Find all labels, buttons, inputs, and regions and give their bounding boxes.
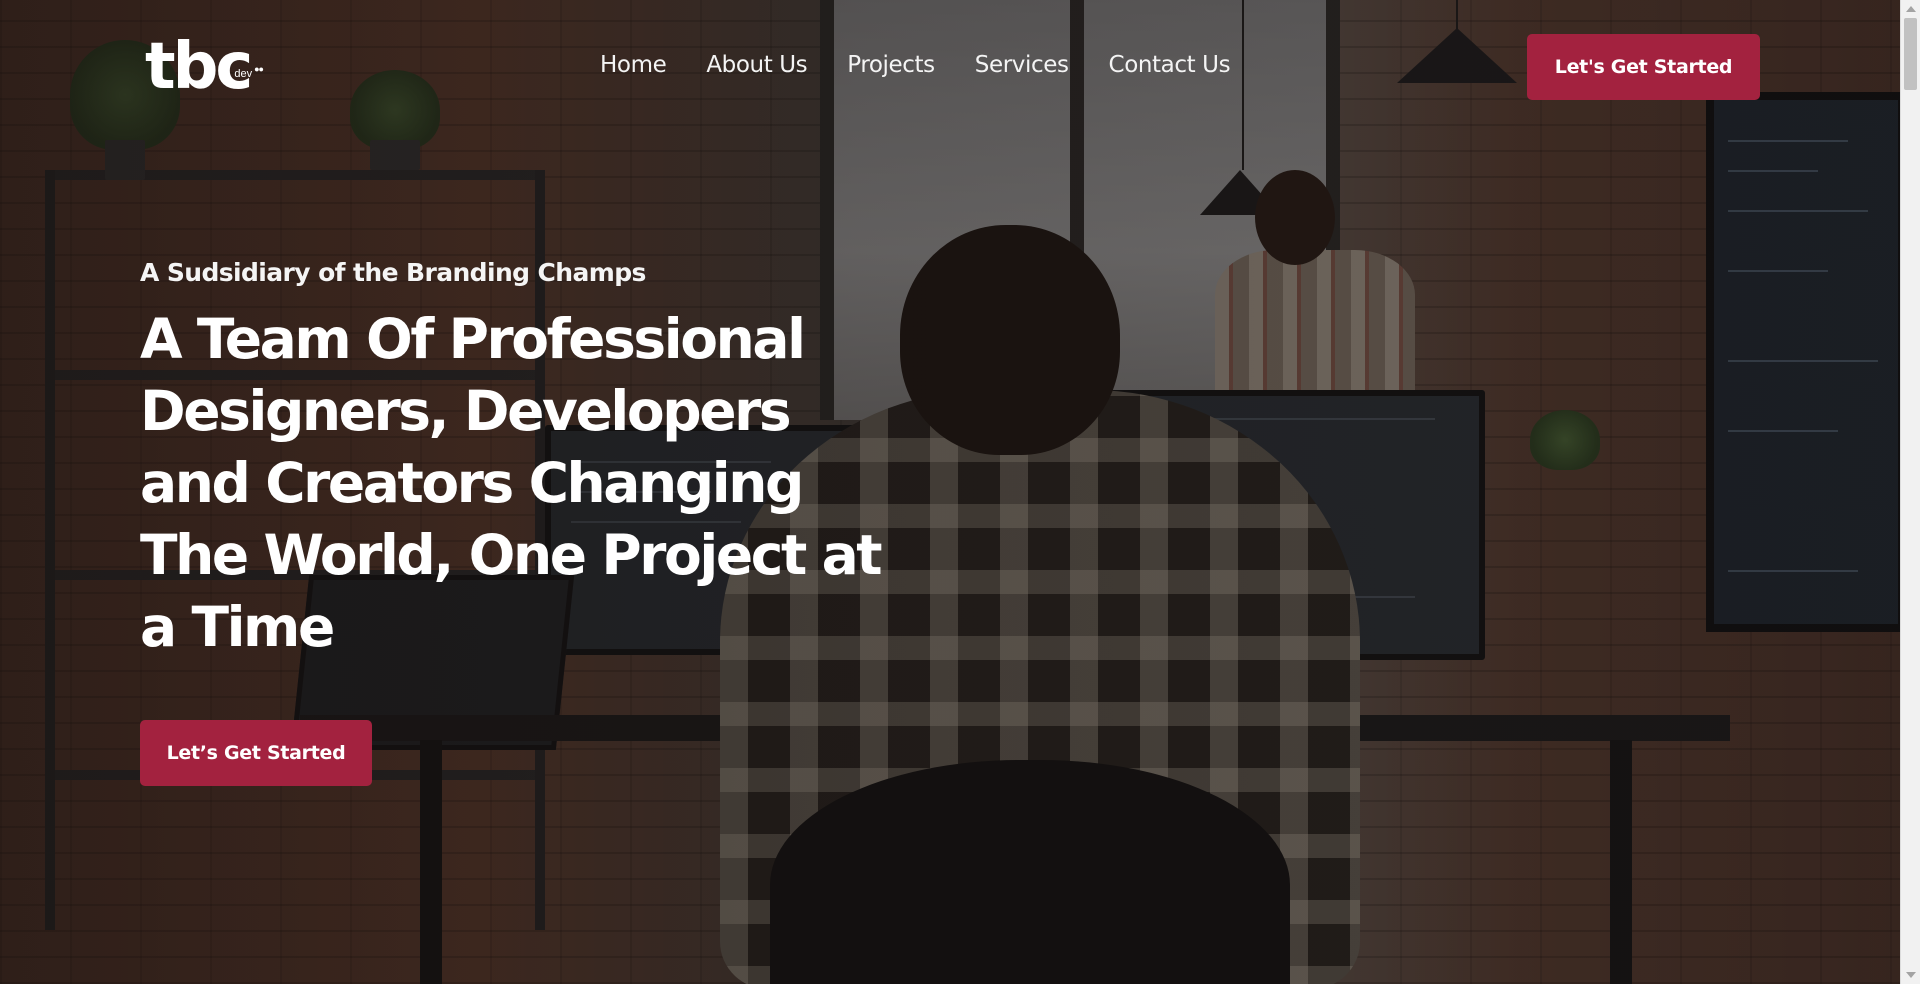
logo-dots-icon: ●● bbox=[254, 64, 264, 74]
logo-text: tbc bbox=[145, 30, 253, 104]
scrollbar-thumb[interactable] bbox=[1904, 18, 1917, 90]
scroll-down-arrow-icon[interactable] bbox=[1906, 972, 1916, 978]
nav-link-about-us[interactable]: About Us bbox=[706, 52, 807, 78]
logo-subtext: dev bbox=[234, 68, 253, 80]
scroll-up-arrow-icon[interactable] bbox=[1906, 6, 1916, 12]
hero-headline: A Team Of Professional Designers, Develo… bbox=[140, 307, 883, 659]
site-logo[interactable]: tbc dev ●● bbox=[145, 28, 264, 104]
nav-link-contact-us[interactable]: Contact Us bbox=[1109, 52, 1231, 78]
hero-eyebrow: A Sudsidiary of the Branding Champs bbox=[140, 258, 646, 287]
page-scrollbar[interactable] bbox=[1900, 0, 1920, 984]
nav-link-projects[interactable]: Projects bbox=[847, 52, 935, 78]
hero-section: A Sudsidiary of the Branding Champs A Te… bbox=[140, 255, 920, 663]
hero-get-started-button[interactable]: Let’s Get Started bbox=[140, 720, 372, 786]
nav-link-home[interactable]: Home bbox=[600, 52, 667, 78]
header-get-started-button[interactable]: Let's Get Started bbox=[1527, 34, 1760, 100]
site-header: tbc dev ●● Home About Us Projects Servic… bbox=[0, 0, 1900, 110]
nav-link-services[interactable]: Services bbox=[975, 52, 1069, 78]
main-navigation: Home About Us Projects Services Contact … bbox=[600, 52, 1231, 78]
